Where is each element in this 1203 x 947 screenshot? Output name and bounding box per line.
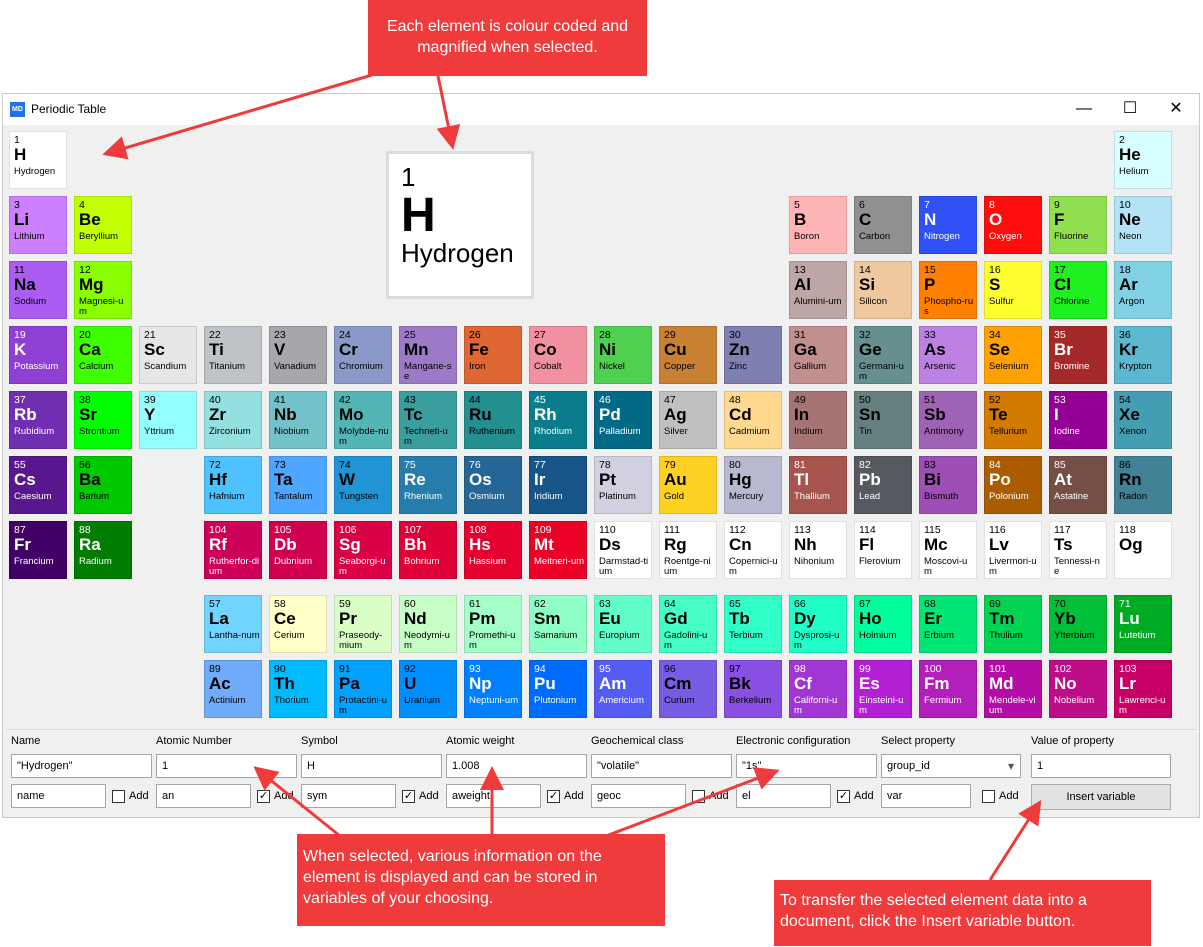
callout-insert-variable: To transfer the selected element data in… xyxy=(774,880,1151,946)
arrow-to-electronic-configuration xyxy=(605,767,780,838)
annotation-arrows xyxy=(102,73,1042,881)
arrow-to-hydrogen-cell xyxy=(102,73,373,160)
arrow-to-atomic-number xyxy=(253,766,341,838)
arrow-to-magnified-cell xyxy=(436,75,461,150)
callout-information: When selected, various information on th… xyxy=(297,834,665,926)
arrow-to-insert-button xyxy=(988,799,1042,881)
callout-colour-coded: Each element is colour coded and magnifi… xyxy=(368,0,647,76)
